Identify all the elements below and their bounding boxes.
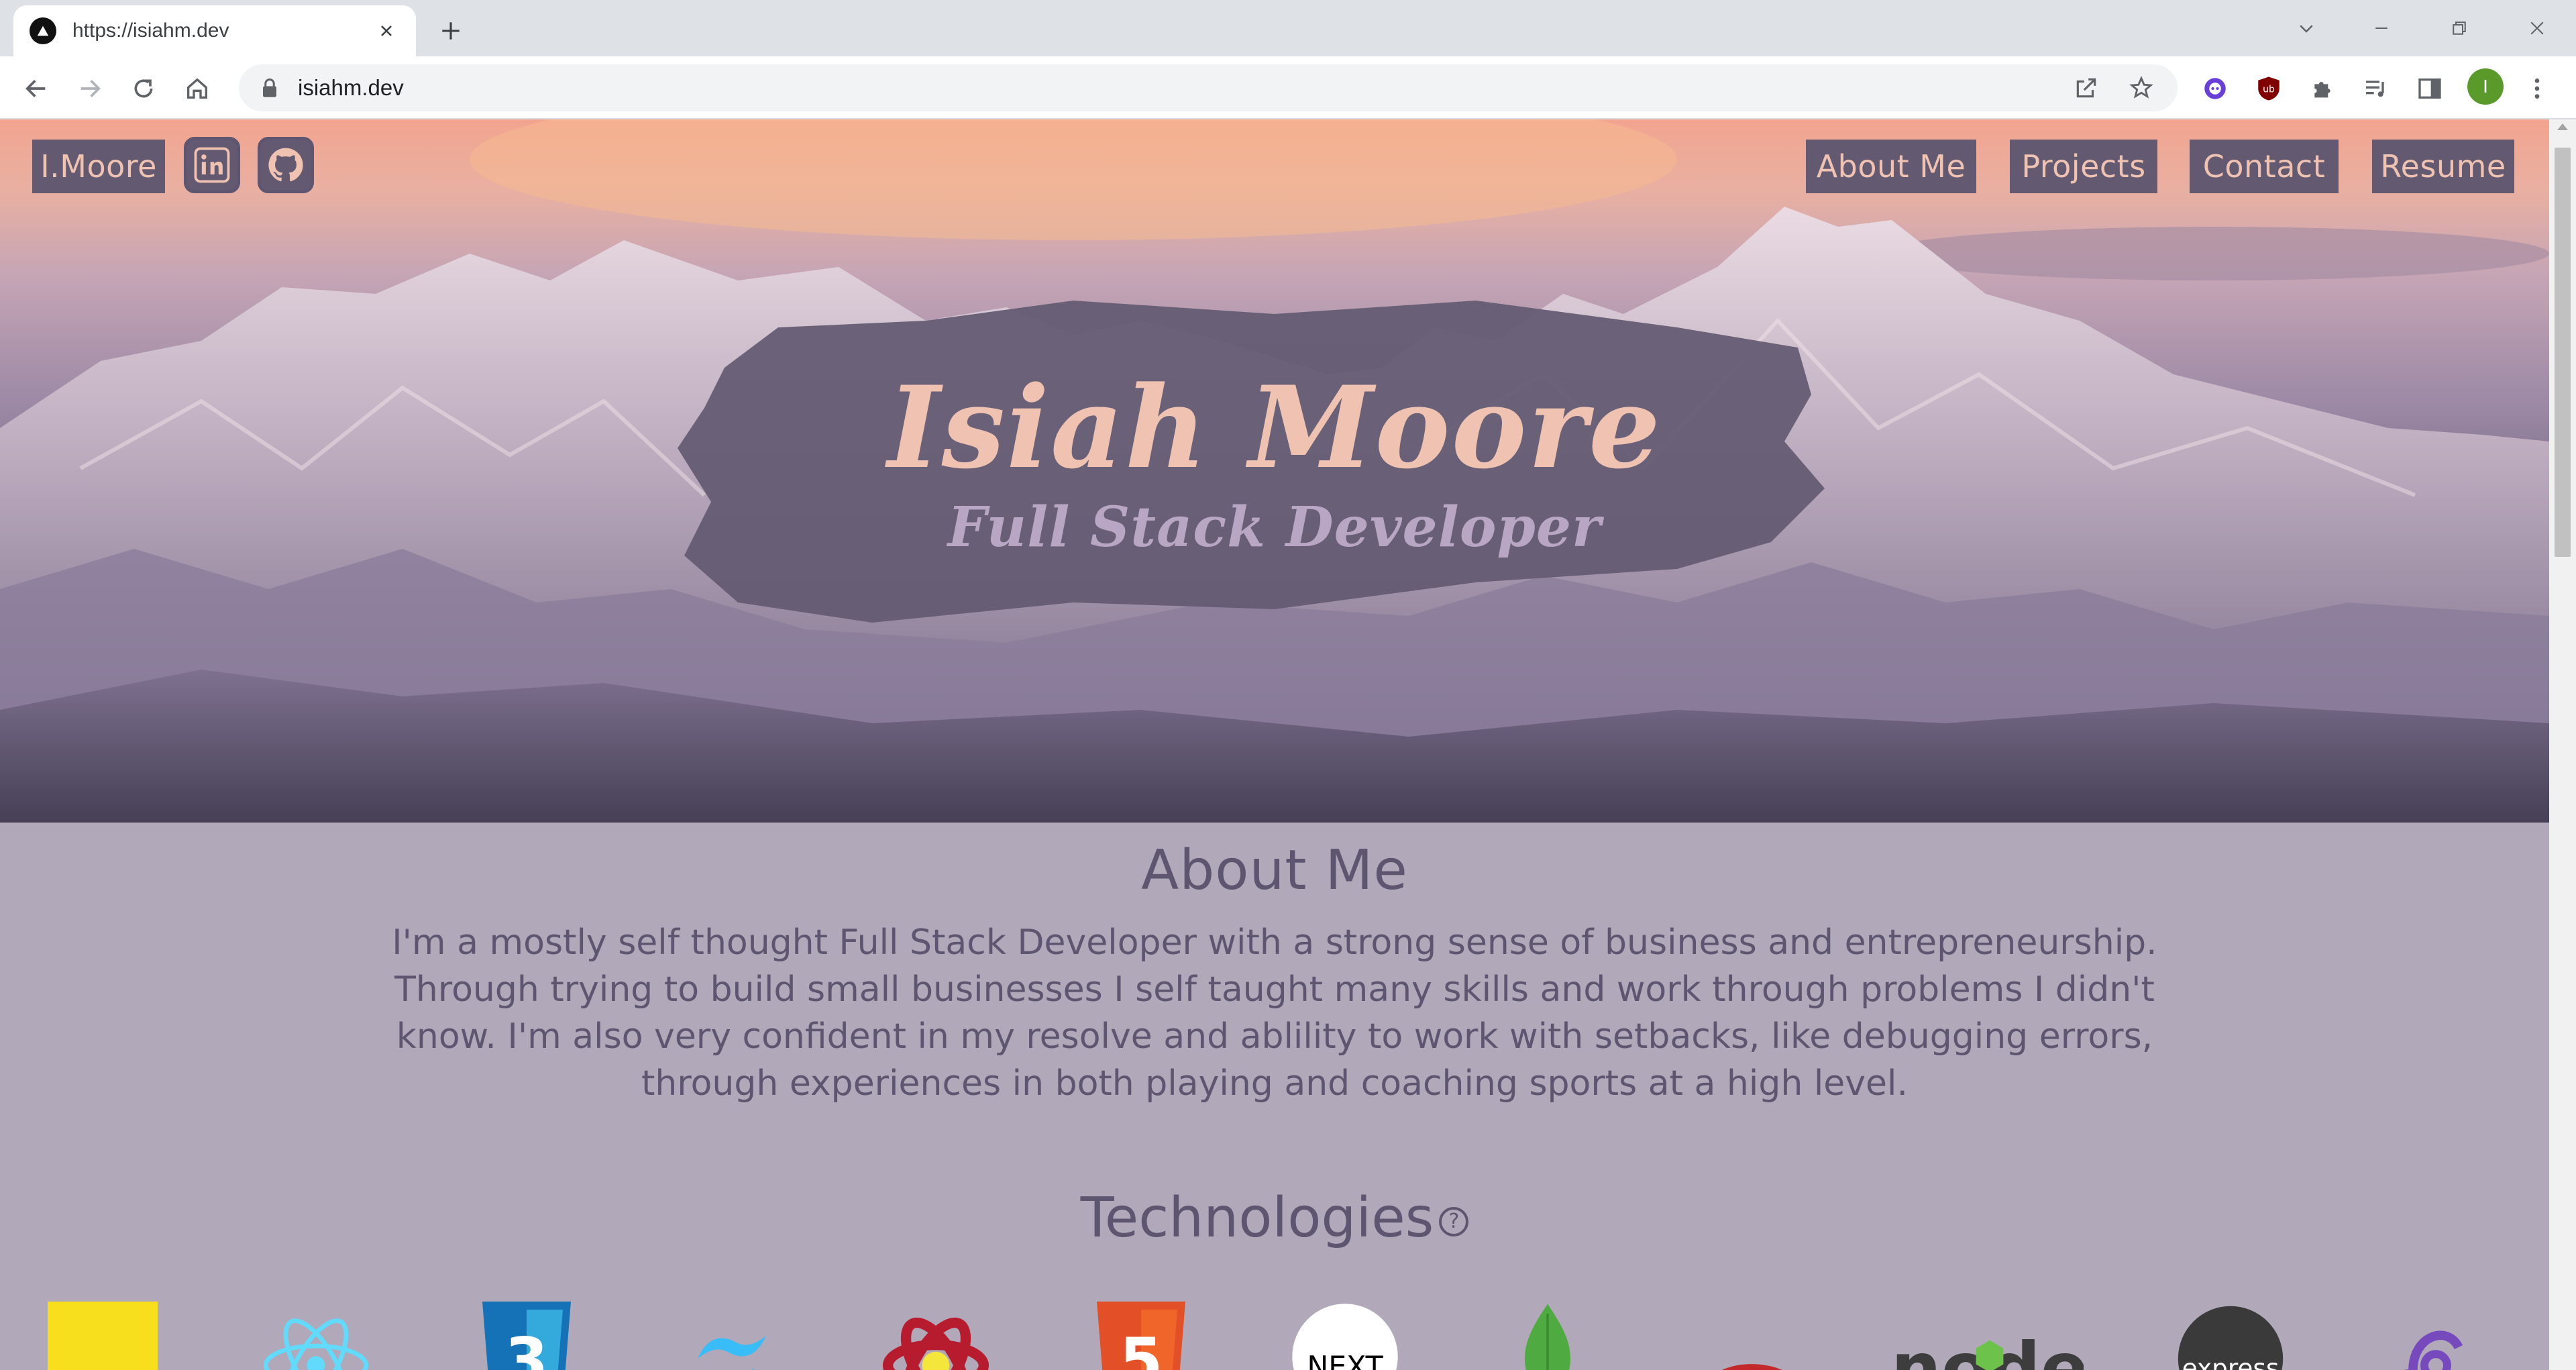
technologies-heading: Technologies? [0,1186,2549,1250]
nav-resume[interactable]: Resume [2372,140,2514,193]
browser-tab[interactable]: https://isiahm.dev [13,5,416,56]
minimize-icon[interactable] [2361,9,2402,47]
about-paragraph: I'm a mostly self thought Full Stack Dev… [392,923,2157,1104]
home-icon[interactable] [178,70,216,107]
close-window-icon[interactable] [2517,9,2557,47]
extensions-puzzle-icon[interactable] [2304,70,2341,107]
react-icon [259,1302,373,1370]
linkedin-icon[interactable] [184,137,240,193]
javascript-icon: JS [46,1302,160,1370]
nav-projects[interactable]: Projects [2010,140,2157,193]
scroll-up-arrow-icon[interactable] [2557,123,2568,130]
new-tab-plus-icon[interactable] [435,15,467,47]
browser-menu-icon[interactable] [2518,70,2556,107]
hero-subtitle: Full Stack Developer [947,495,1602,560]
scroll-thumb[interactable] [2555,148,2571,557]
technologies-title-text: Technologies [1080,1186,1434,1250]
media-queue-icon[interactable] [2357,70,2395,107]
site-favicon-icon [30,17,56,44]
redux-saga-icon [2379,1302,2493,1370]
nestjs-icon [1696,1302,1810,1370]
nav-contact[interactable]: Contact [2190,140,2339,193]
lock-icon[interactable] [259,77,280,99]
page-viewport: Isiah Moore Full Stack Developer I.Moore… [0,119,2549,1370]
nextjs-icon: NEXT [1288,1302,1402,1370]
nodejs-icon: node [1896,1302,2084,1370]
restore-icon[interactable] [2439,9,2479,47]
nav-about-me[interactable]: About Me [1806,140,1976,193]
reload-icon[interactable] [125,70,162,107]
profile-avatar[interactable]: I [2467,68,2504,105]
mongodb-icon [1491,1302,1605,1370]
html5-icon: 5 [1084,1302,1198,1370]
tailwind-icon [675,1302,789,1370]
address-bar[interactable]: isiahm.dev [239,64,2178,111]
tab-strip: https://isiahm.dev [0,0,2576,56]
svg-text:ub: ub [2263,84,2275,95]
svg-text:3: 3 [505,1324,549,1370]
about-heading: About Me [1141,839,1408,902]
svg-text:express: express [2182,1353,2279,1370]
tab-title: https://isiahm.dev [72,19,229,42]
tab-close-icon[interactable] [373,17,400,44]
github-icon[interactable] [258,137,314,193]
tab-search-chevron-icon[interactable] [2286,9,2326,47]
bookmark-star-icon[interactable] [2123,69,2160,107]
svg-text:JS: JS [91,1363,142,1370]
browser-toolbar: isiahm.dev ub [0,56,2576,119]
back-arrow-icon[interactable] [17,70,55,107]
express-icon: express [2174,1302,2288,1370]
forward-arrow-icon[interactable] [71,70,109,107]
page-scrollbar[interactable] [2549,119,2576,1370]
css3-icon: 3 [470,1302,584,1370]
hero-name: Isiah Moore [888,361,1662,494]
share-icon[interactable] [2068,69,2105,107]
redux-icon [879,1302,993,1370]
help-question-icon[interactable]: ? [1439,1206,1469,1236]
svg-text:5: 5 [1120,1324,1163,1370]
side-panel-icon[interactable] [2411,70,2449,107]
ublock-shield-icon[interactable]: ub [2250,70,2288,107]
svg-text:NEXT: NEXT [1307,1351,1383,1370]
brand-logo-link[interactable]: I.Moore [32,140,165,193]
url-text[interactable]: isiahm.dev [298,75,2068,101]
hero-banner: Isiah Moore Full Stack Developer I.Moore… [0,119,2549,823]
extension-chat-icon[interactable] [2196,70,2234,107]
